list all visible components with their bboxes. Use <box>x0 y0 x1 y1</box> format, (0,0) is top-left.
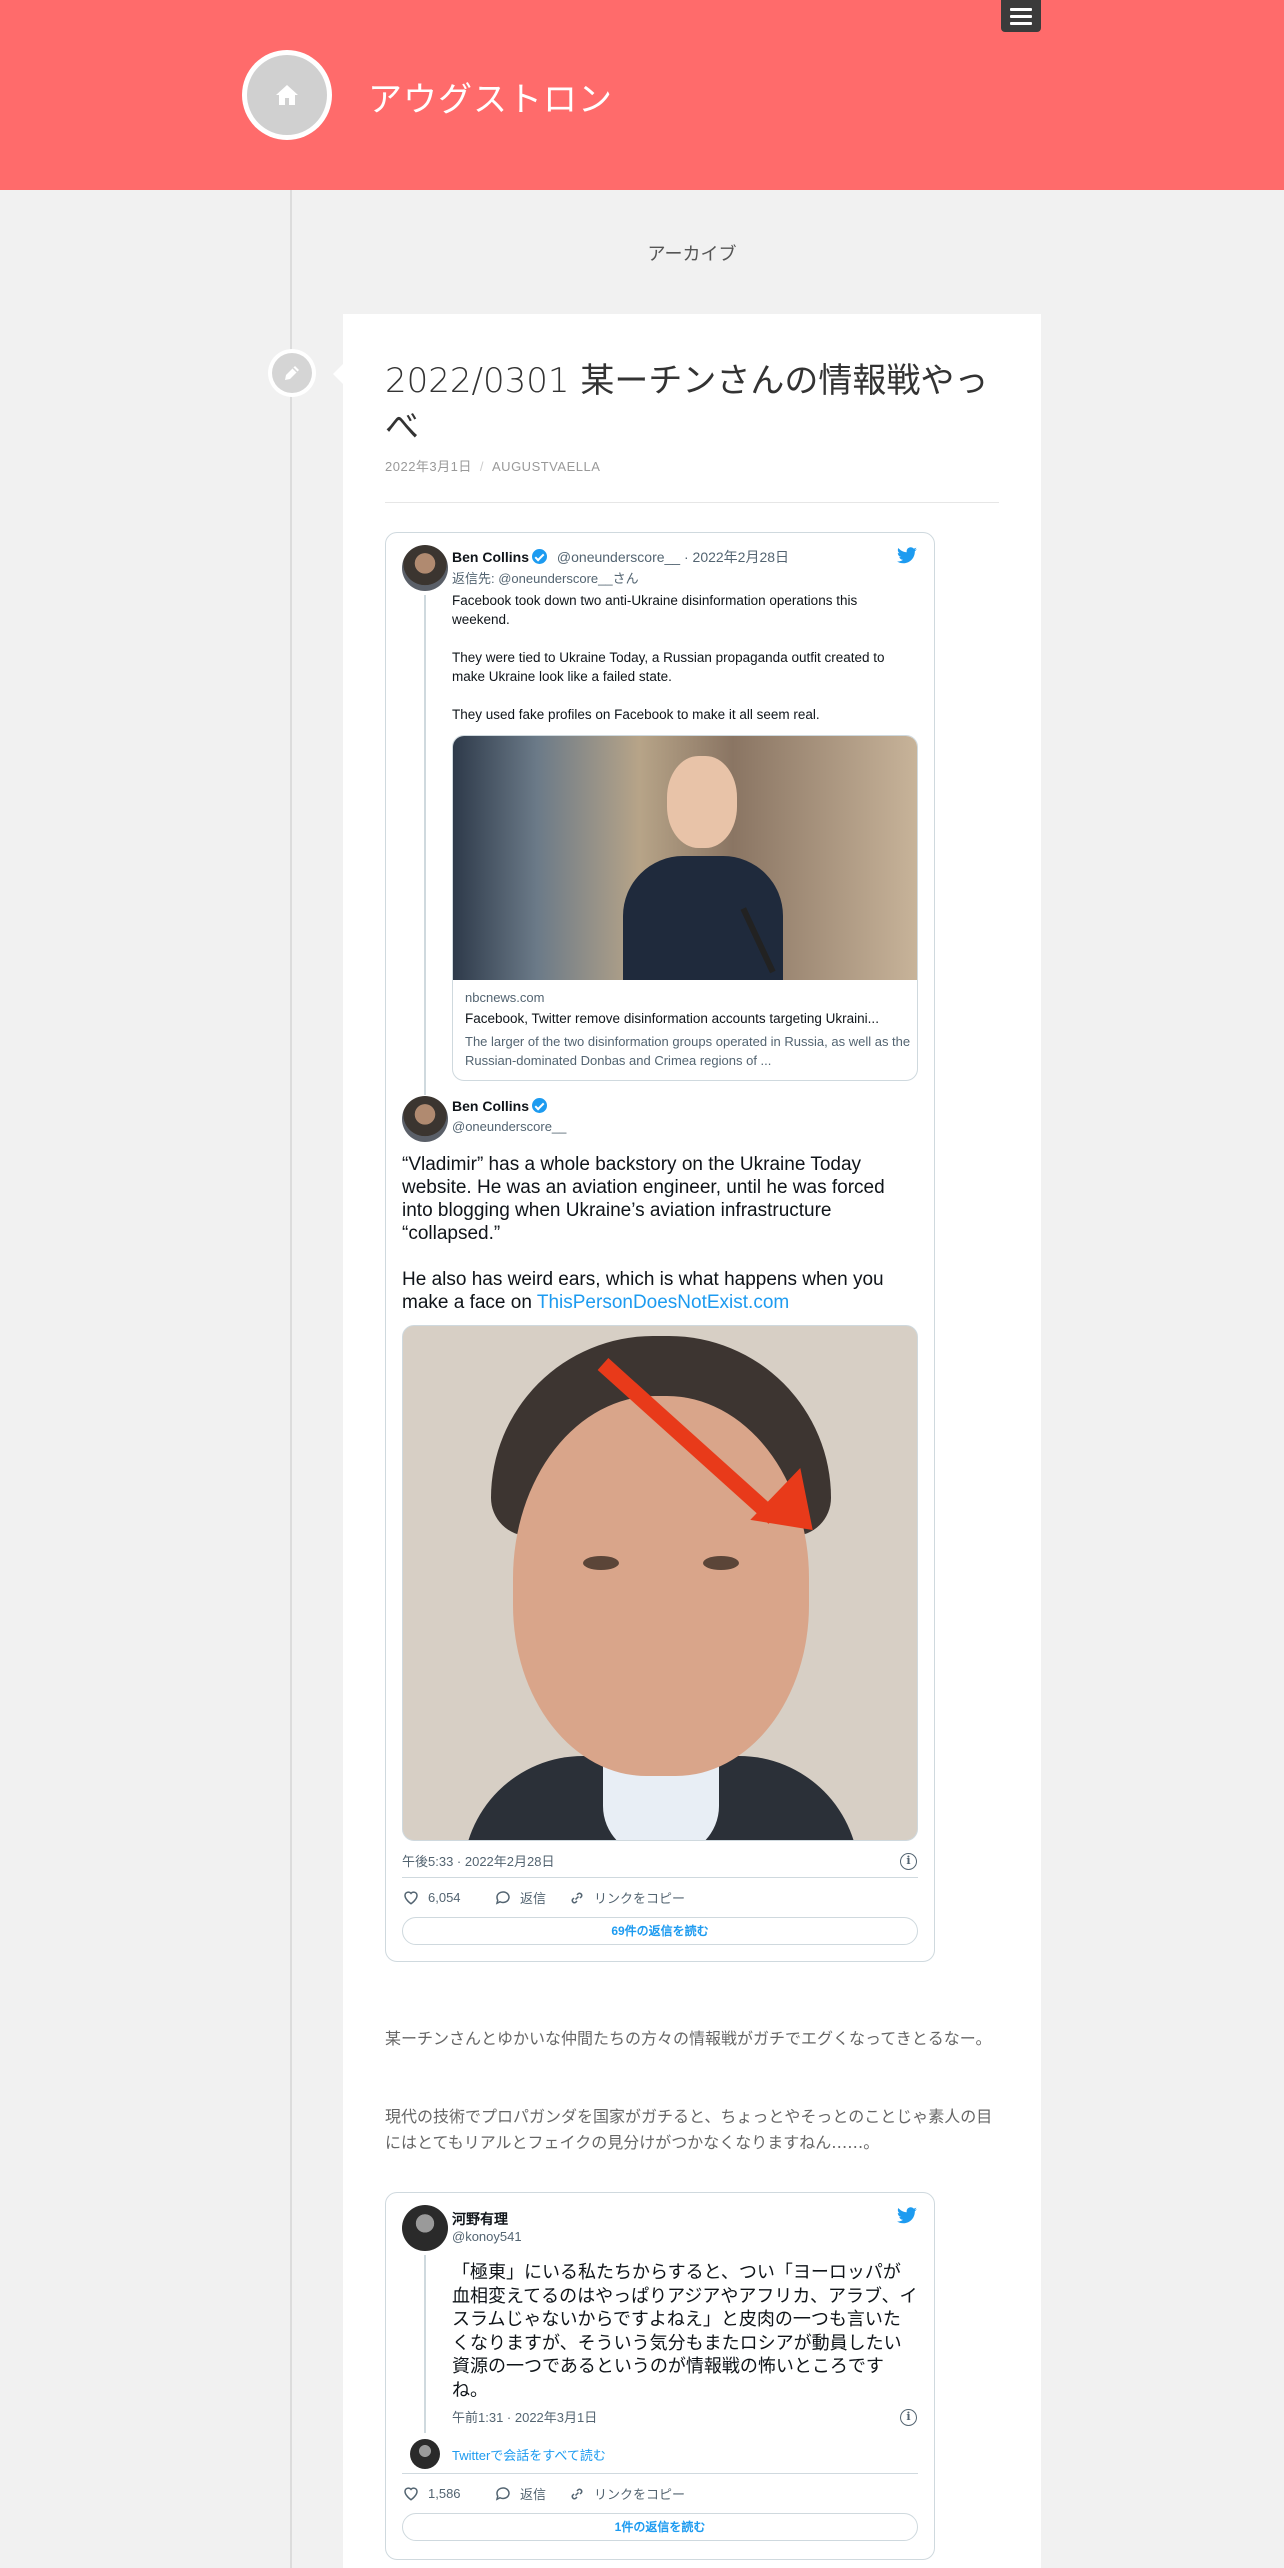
post-meta: 2022年3月1日 / AUGUSTVAELLA <box>385 459 601 474</box>
post-title[interactable]: 2022/0301 某ーチンさんの情報戦やっべ <box>385 358 1005 450</box>
heart-icon <box>404 1891 418 1905</box>
avatar[interactable] <box>402 2205 448 2251</box>
link-card[interactable]: nbcnews.com Facebook, Twitter remove dis… <box>452 735 918 1081</box>
reply-button[interactable]: 返信 <box>494 1888 546 1907</box>
link-icon <box>571 1892 583 1903</box>
hamburger-icon <box>1010 21 1032 25</box>
like-button[interactable]: 1,586 <box>402 2484 461 2502</box>
link-title: Facebook, Twitter remove disinformation … <box>465 1011 879 1026</box>
link-icon <box>571 2488 583 2499</box>
divider <box>402 1877 918 1878</box>
thread-line <box>424 2255 426 2433</box>
hamburger-icon <box>1010 14 1032 18</box>
timeline-line <box>290 190 292 2568</box>
tweet-text: “Vladimir” has a whole backstory on the … <box>402 1154 885 1313</box>
like-button[interactable]: 6,054 <box>402 1888 461 1906</box>
archive-label: アーカイブ <box>647 244 737 265</box>
hamburger-icon <box>1010 7 1032 11</box>
hamburger-menu-button[interactable] <box>1001 0 1041 32</box>
copy-link-button[interactable]: リンクをコピー <box>568 2484 685 2503</box>
info-icon[interactable]: i <box>900 2409 917 2426</box>
reply-to[interactable]: 返信先: @oneunderscore__さん <box>452 568 639 587</box>
tweet-handle[interactable]: @oneunderscore__ <box>557 549 680 565</box>
tweet-text: 「極東」にいる私たちからすると、つい「ヨーロッパが血相変えてるのはやっぱりアジア… <box>452 2262 918 2400</box>
tweet-date[interactable]: · 2022年2月28日 <box>684 549 789 565</box>
tweet-author-name[interactable]: Ben Collins @oneunderscore__ · 2022年2月28… <box>452 547 789 567</box>
tweet-photo[interactable] <box>402 1325 918 1841</box>
verified-badge-icon <box>532 549 548 564</box>
tweet-author-name[interactable]: 河野有理 <box>452 2209 508 2229</box>
divider <box>385 502 999 503</box>
avatar[interactable] <box>402 1096 448 1142</box>
info-icon[interactable]: i <box>900 1853 917 1870</box>
link-domain: nbcnews.com <box>465 990 545 1005</box>
embedded-tweet[interactable]: Ben Collins @oneunderscore__ · 2022年2月28… <box>385 532 935 1962</box>
divider <box>402 2473 918 2474</box>
avatar[interactable] <box>402 545 448 591</box>
post-format-badge <box>268 349 316 397</box>
read-replies-button[interactable]: 1件の返信を読む <box>402 2513 918 2541</box>
link-description: The larger of the two disinformation gro… <box>465 1034 911 1068</box>
site-header: アウグストロン <box>0 0 1284 190</box>
read-conversation-link[interactable]: Twitterで会話をすべて読む <box>452 2445 606 2464</box>
post-author[interactable]: AUGUSTVAELLA <box>492 459 600 474</box>
embedded-tweet[interactable]: 河野有理 @konoy541 「極東」にいる私たちからすると、つい「ヨーロッパが… <box>385 2192 935 2560</box>
tweet-timestamp[interactable]: 午前1:31 · 2022年3月1日 <box>452 2407 597 2426</box>
home-icon <box>276 85 298 105</box>
avatar[interactable] <box>410 2439 440 2469</box>
copy-link-button[interactable]: リンクをコピー <box>568 1888 685 1907</box>
tweet-author-name[interactable]: Ben Collins <box>452 1098 548 1114</box>
reply-icon <box>495 1890 510 1905</box>
twitter-bird-icon[interactable] <box>896 2207 918 2225</box>
site-title[interactable]: アウグストロン <box>368 72 613 121</box>
tweet-handle[interactable]: @oneunderscore__ <box>452 1119 566 1134</box>
heart-icon <box>404 2487 418 2501</box>
post-date[interactable]: 2022年3月1日 <box>385 459 472 474</box>
pencil-icon <box>285 366 299 380</box>
verified-badge-icon <box>532 1098 548 1113</box>
link-card-image <box>453 736 917 980</box>
like-count: 1,586 <box>428 2485 461 2501</box>
paragraph: 現代の技術でプロパガンダを国家がガチると、ちょっとやそっとのことじゃ素人の目には… <box>385 2107 993 2152</box>
tweet-link[interactable]: ThisPersonDoesNotExist.com <box>537 1292 789 1313</box>
like-count: 6,054 <box>428 1889 461 1905</box>
tweet-timestamp[interactable]: 午後5:33 · 2022年2月28日 <box>402 1851 554 1870</box>
read-replies-button[interactable]: 69件の返信を読む <box>402 1917 918 1945</box>
home-button[interactable] <box>242 50 332 140</box>
tweet-text: Facebook took down two anti-Ukraine disi… <box>452 593 885 722</box>
tweet-handle[interactable]: @konoy541 <box>452 2229 522 2244</box>
paragraph: 某ーチンさんとゆかいな仲間たちの方々の情報戦がガチでエグくなってきとるなー。 <box>385 2029 992 2048</box>
thread-line <box>424 595 426 1095</box>
post-card: 2022/0301 某ーチンさんの情報戦やっべ 2022年3月1日 / AUGUST… <box>333 314 1041 2568</box>
reply-icon <box>495 2486 510 2501</box>
twitter-bird-icon[interactable] <box>896 547 918 565</box>
reply-button[interactable]: 返信 <box>494 2484 546 2503</box>
